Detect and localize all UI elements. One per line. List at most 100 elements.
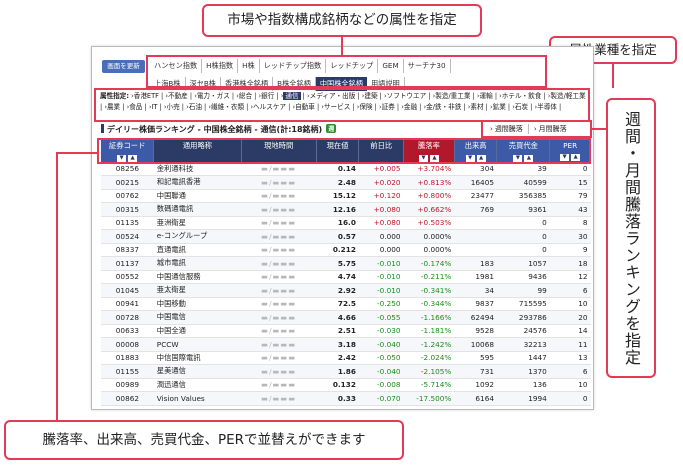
cell-rate: -5.714% [403, 378, 455, 392]
table-row[interactable]: 00728 中国電信 ▬/▬▬▬ 4.66 -0.055 -1.166% 62494 2937… [101, 310, 591, 325]
cell-name[interactable]: Vision Values [153, 391, 242, 406]
cell-price: 3.18 [316, 337, 359, 352]
table-row[interactable]: 01137 城市電訊 ▬/▬▬▬ 5.75 -0.010 -0.174% 183 1057 18 [101, 256, 591, 271]
cell-per: 43 [549, 202, 591, 217]
cell-price: 2.42 [316, 351, 359, 365]
table-row[interactable]: 00215 和記電訊香港 ▬/▬▬▬ 2.48 +0.020 +0.813% 16405 40… [101, 175, 591, 190]
cell-change: +0.080 [358, 216, 404, 230]
cell-change: 0.000 [358, 229, 404, 244]
cell-name[interactable]: 直通電訊 [153, 243, 242, 257]
cell-time: ▬/▬▬▬ [241, 378, 317, 392]
cell-price: 16.0 [316, 216, 359, 230]
sort-callout: 騰落率、出来高、売買代金、PERで並替えができます [4, 420, 404, 460]
cell-amount: 32213 [496, 337, 550, 352]
cell-name[interactable]: PCCW [153, 337, 242, 352]
cell-price: 72.5 [316, 297, 359, 311]
table-row[interactable]: 08256 金利通科技 ▬/▬▬▬ 0.14 +0.005 +3.704% 304 39 0 [101, 162, 591, 176]
cell-code: 01883 [101, 351, 154, 365]
table-row[interactable]: 08337 直通電訊 ▬/▬▬▬ 0.212 0.000 0.000% 0 9 [101, 243, 591, 257]
cell-name[interactable]: e-コングループ [153, 229, 242, 244]
cell-volume: 595 [454, 351, 497, 365]
cell-amount: 9361 [496, 202, 550, 217]
cell-name[interactable]: 中国移動 [153, 297, 242, 311]
cell-volume: 183 [454, 256, 497, 271]
cell-time: ▬/▬▬▬ [241, 202, 317, 217]
cell-name[interactable]: 数碼通電訊 [153, 202, 242, 217]
table-row[interactable]: 00762 中国聯通 ▬/▬▬▬ 15.12 +0.120 +0.800% 23477 356… [101, 189, 591, 203]
cell-per: 13 [549, 351, 591, 365]
cell-name[interactable]: 星美通信 [153, 364, 242, 379]
table-row[interactable]: 00941 中国移動 ▬/▬▬▬ 72.5 -0.250 -0.344% 9837 71559… [101, 297, 591, 311]
table-row[interactable]: 00633 中国全通 ▬/▬▬▬ 2.51 -0.030 -1.181% 9528 24576… [101, 324, 591, 338]
cell-rate: 0.000% [403, 229, 455, 244]
cell-name[interactable]: 和記電訊香港 [153, 175, 242, 190]
cell-time: ▬/▬▬▬ [241, 324, 317, 338]
table-row[interactable]: 00989 潤迅通信 ▬/▬▬▬ 0.132 -0.008 -5.714% 1092 136 1… [101, 378, 591, 392]
cell-change: -0.070 [358, 391, 404, 406]
cell-amount: 293786 [496, 310, 550, 325]
cell-name[interactable]: 中国電信 [153, 310, 242, 325]
cell-rate: -1.166% [403, 310, 455, 325]
table-row[interactable]: 00862 Vision Values ▬/▬▬▬ 0.33 -0.070 -17.500… [101, 391, 591, 406]
cell-time: ▬/▬▬▬ [241, 243, 317, 257]
cell-volume: 10068 [454, 337, 497, 352]
cell-time: ▬/▬▬▬ [241, 391, 317, 406]
cell-rate: +0.800% [403, 189, 455, 203]
cell-volume: 34 [454, 283, 497, 298]
connector-line [590, 128, 606, 130]
cell-code: 00862 [101, 391, 154, 406]
cell-change: -0.008 [358, 378, 404, 392]
cell-amount: 0 [496, 216, 550, 230]
cell-time: ▬/▬▬▬ [241, 283, 317, 298]
ranking-title-text: デイリー株価ランキング - 中国株全銘柄 - 通信(計:18銘柄) [107, 125, 323, 134]
table-row[interactable]: 00008 PCCW ▬/▬▬▬ 3.18 -0.040 -1.242% 10068 3221… [101, 337, 591, 352]
cell-per: 9 [549, 243, 591, 257]
cell-change: +0.120 [358, 189, 404, 203]
cell-volume: 731 [454, 364, 497, 379]
connector-line [56, 152, 58, 420]
cell-rate: +0.503% [403, 216, 455, 230]
cell-per: 0 [549, 162, 591, 176]
table-row[interactable]: 00552 中国通信服務 ▬/▬▬▬ 4.74 -0.010 -0.211% 1981 943… [101, 270, 591, 284]
table-row[interactable]: 01135 亜洲衛星 ▬/▬▬▬ 16.0 +0.080 +0.503% 0 8 [101, 216, 591, 230]
cell-per: 12 [549, 270, 591, 284]
cell-amount: 1447 [496, 351, 550, 365]
cell-code: 00762 [101, 189, 154, 203]
cell-code: 00989 [101, 378, 154, 392]
cell-price: 2.48 [316, 175, 359, 190]
update-button[interactable]: 画面を更新 [102, 60, 145, 73]
cell-code: 00524 [101, 229, 154, 244]
cell-code: 01135 [101, 216, 154, 230]
cell-price: 0.212 [316, 243, 359, 257]
cell-code: 00315 [101, 202, 154, 217]
cell-per: 15 [549, 175, 591, 190]
cell-name[interactable]: 中国全通 [153, 324, 242, 338]
cell-time: ▬/▬▬▬ [241, 310, 317, 325]
cell-name[interactable]: 城市電訊 [153, 256, 242, 271]
cell-name[interactable]: 中国通信服務 [153, 270, 242, 284]
table-row[interactable]: 01045 亜太衛星 ▬/▬▬▬ 2.92 -0.010 -0.341% 34 99 6 [101, 283, 591, 298]
cell-price: 0.57 [316, 229, 359, 244]
cell-rate: -0.174% [403, 256, 455, 271]
cell-rate: 0.000% [403, 243, 455, 257]
table-row[interactable]: 00315 数碼通電訊 ▬/▬▬▬ 12.16 +0.080 +0.662% 769 9361… [101, 202, 591, 217]
table-row[interactable]: 00524 e-コングループ ▬/▬▬▬ 0.57 0.000 0.000% 0 30 [101, 229, 591, 244]
cell-amount: 715595 [496, 297, 550, 311]
cell-code: 08256 [101, 162, 154, 176]
cell-per: 8 [549, 216, 591, 230]
cell-volume: 1981 [454, 270, 497, 284]
cell-name[interactable]: 中信国際電訊 [153, 351, 242, 365]
cell-code: 01137 [101, 256, 154, 271]
cell-rate: -1.181% [403, 324, 455, 338]
cell-name[interactable]: 潤迅通信 [153, 378, 242, 392]
table-row[interactable]: 01155 星美通信 ▬/▬▬▬ 1.86 -0.040 -2.105% 731 1370 6 [101, 364, 591, 379]
industry-frame [94, 88, 590, 122]
cell-name[interactable]: 金利通科技 [153, 162, 242, 176]
cell-name[interactable]: 中国聯通 [153, 189, 242, 203]
table-row[interactable]: 01883 中信国際電訊 ▬/▬▬▬ 2.42 -0.050 -2.024% 595 1447… [101, 351, 591, 365]
cell-name[interactable]: 亜洲衛星 [153, 216, 242, 230]
cell-volume: 62494 [454, 310, 497, 325]
cell-per: 6 [549, 364, 591, 379]
cell-volume: 9837 [454, 297, 497, 311]
cell-name[interactable]: 亜太衛星 [153, 283, 242, 298]
